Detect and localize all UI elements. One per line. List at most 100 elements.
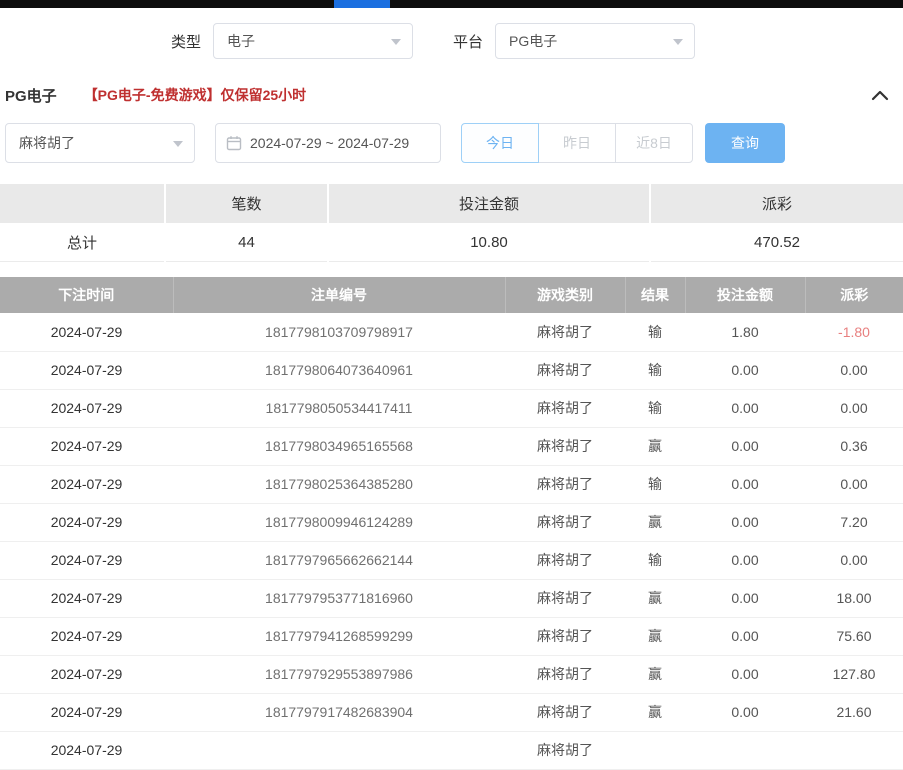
chevron-up-icon [871, 89, 889, 101]
payout-cell: 7.20 [805, 503, 903, 541]
section-header: PG电子 【PG电子-免费游戏】仅保留25小时 [0, 85, 903, 105]
payout-cell: 0.00 [805, 465, 903, 503]
bet-amount-cell: 0.00 [685, 541, 805, 579]
result-cell: 输 [625, 541, 685, 579]
table-row: 2024-07-29麻将胡了 [0, 731, 903, 769]
bet-amount-cell: 0.00 [685, 579, 805, 617]
bet-date-cell: 2024-07-29 [0, 617, 173, 655]
game-type-cell: 麻将胡了 [505, 731, 625, 769]
payout-cell [805, 731, 903, 769]
game-type-cell: 麻将胡了 [505, 465, 625, 503]
bet-date-cell: 2024-07-29 [0, 389, 173, 427]
summary-total-bet: 10.80 [329, 223, 649, 262]
last-8-days-button[interactable]: 近8日 [615, 123, 693, 163]
platform-select[interactable]: PG电子 [495, 23, 695, 59]
payout-cell: 0.36 [805, 427, 903, 465]
bet-id-cell: 1817798064073640961 [173, 351, 505, 389]
bet-amount-cell: 1.80 [685, 313, 805, 351]
table-row: 2024-07-291817798009946124289麻将胡了赢0.007.… [0, 503, 903, 541]
table-row: 2024-07-291817797929553897986麻将胡了赢0.0012… [0, 655, 903, 693]
bet-id-cell: 1817797929553897986 [173, 655, 505, 693]
yesterday-button[interactable]: 昨日 [538, 123, 616, 163]
browser-tab-strip [0, 0, 903, 8]
today-button[interactable]: 今日 [461, 123, 539, 163]
bet-date-cell: 2024-07-29 [0, 503, 173, 541]
bet-date-cell: 2024-07-29 [0, 351, 173, 389]
game-type-cell: 麻将胡了 [505, 503, 625, 541]
summary-total-payout: 470.52 [651, 223, 903, 262]
table-row: 2024-07-291817797965662662144麻将胡了输0.000.… [0, 541, 903, 579]
game-type-cell: 麻将胡了 [505, 389, 625, 427]
result-cell: 赢 [625, 503, 685, 541]
bet-id-cell: 1817797953771816960 [173, 579, 505, 617]
summary-header-count: 笔数 [166, 184, 327, 223]
bet-table-body: 2024-07-291817798103709798917麻将胡了输1.80-1… [0, 313, 903, 769]
bet-amount-cell: 0.00 [685, 389, 805, 427]
payout-cell: 21.60 [805, 693, 903, 731]
bet-table-header-row: 下注时间 注单编号 游戏类别 结果 投注金额 派彩 [0, 277, 903, 313]
summary-header-row: 笔数 投注金额 派彩 [0, 184, 903, 223]
summary-table: 笔数 投注金额 派彩 总计 44 10.80 470.52 [0, 184, 903, 262]
search-button[interactable]: 查询 [705, 123, 785, 163]
bet-id-cell: 1817798009946124289 [173, 503, 505, 541]
type-select-value: 电子 [227, 31, 255, 51]
bet-date-cell: 2024-07-29 [0, 465, 173, 503]
bet-amount-cell: 0.00 [685, 427, 805, 465]
bet-amount-cell: 0.00 [685, 693, 805, 731]
summary-header-payout: 派彩 [651, 184, 903, 223]
payout-cell: 0.00 [805, 351, 903, 389]
date-range-value: 2024-07-29 ~ 2024-07-29 [250, 135, 409, 151]
result-cell [625, 731, 685, 769]
collapse-section-button[interactable] [871, 89, 889, 101]
bet-records-table: 下注时间 注单编号 游戏类别 结果 投注金额 派彩 2024-07-291817… [0, 277, 903, 770]
game-type-cell: 麻将胡了 [505, 313, 625, 351]
bet-id-cell: 1817797941268599299 [173, 617, 505, 655]
game-type-cell: 麻将胡了 [505, 541, 625, 579]
result-cell: 赢 [625, 579, 685, 617]
result-cell: 赢 [625, 655, 685, 693]
table-row: 2024-07-291817797917482683904麻将胡了赢0.0021… [0, 693, 903, 731]
header-payout: 派彩 [805, 277, 903, 313]
result-cell: 输 [625, 351, 685, 389]
summary-header-bet: 投注金额 [329, 184, 649, 223]
game-type-cell: 麻将胡了 [505, 427, 625, 465]
section-notice: 【PG电子-免费游戏】仅保留25小时 [84, 85, 306, 105]
summary-header-blank [0, 184, 164, 223]
game-select[interactable]: 麻将胡了 [5, 123, 195, 163]
summary-total-count: 44 [166, 223, 327, 262]
quick-date-button-group: 今日 昨日 近8日 [461, 123, 693, 163]
bet-amount-cell [685, 731, 805, 769]
bet-date-cell: 2024-07-29 [0, 693, 173, 731]
game-type-cell: 麻将胡了 [505, 655, 625, 693]
query-bar: 麻将胡了 2024-07-29 ~ 2024-07-29 今日 昨日 近8日 查… [0, 123, 903, 163]
bet-date-cell: 2024-07-29 [0, 579, 173, 617]
type-select[interactable]: 电子 [213, 23, 413, 59]
payout-cell: 127.80 [805, 655, 903, 693]
table-row: 2024-07-291817798034965165568麻将胡了赢0.000.… [0, 427, 903, 465]
game-type-cell: 麻将胡了 [505, 351, 625, 389]
bet-id-cell: 1817798103709798917 [173, 313, 505, 351]
bet-id-cell: 1817798050534417411 [173, 389, 505, 427]
platform-label: 平台 [453, 31, 483, 52]
header-bet-id: 注单编号 [173, 277, 505, 313]
bet-amount-cell: 0.00 [685, 617, 805, 655]
bet-date-cell: 2024-07-29 [0, 541, 173, 579]
result-cell: 赢 [625, 693, 685, 731]
payout-cell: 75.60 [805, 617, 903, 655]
chevron-down-icon [673, 39, 683, 45]
bet-amount-cell: 0.00 [685, 503, 805, 541]
result-cell: 赢 [625, 617, 685, 655]
game-type-cell: 麻将胡了 [505, 617, 625, 655]
date-range-input[interactable]: 2024-07-29 ~ 2024-07-29 [215, 123, 441, 163]
header-game-type: 游戏类别 [505, 277, 625, 313]
bet-date-cell: 2024-07-29 [0, 427, 173, 465]
table-row: 2024-07-291817798064073640961麻将胡了输0.000.… [0, 351, 903, 389]
result-cell: 输 [625, 313, 685, 351]
game-type-cell: 麻将胡了 [505, 693, 625, 731]
bet-amount-cell: 0.00 [685, 655, 805, 693]
summary-total-label: 总计 [0, 223, 164, 262]
filter-bar: 类型 电子 平台 PG电子 [0, 23, 903, 59]
payout-cell: 0.00 [805, 541, 903, 579]
bet-id-cell: 1817797965662662144 [173, 541, 505, 579]
game-type-cell: 麻将胡了 [505, 579, 625, 617]
